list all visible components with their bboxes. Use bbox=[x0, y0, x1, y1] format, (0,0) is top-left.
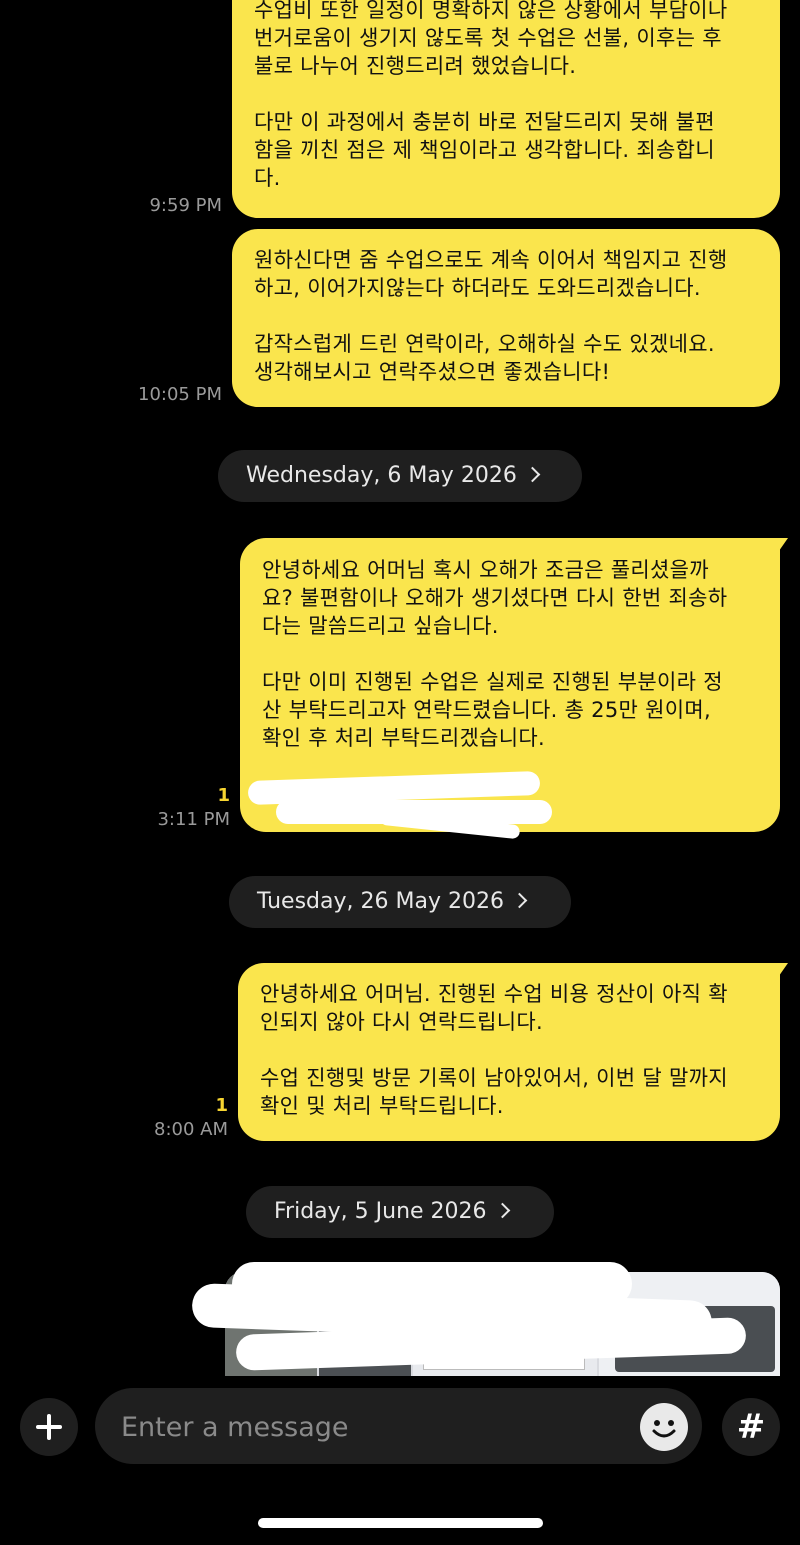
message-bubble-2[interactable]: 원하신다면 줌 수업으로도 계속 이어서 책임지고 진행 하고, 이어가지않는다… bbox=[232, 229, 780, 407]
message-text: 수업 진행및 방문 기록이 남아있어서, 이번 달 말까지 확인 및 처리 부탁… bbox=[260, 1066, 728, 1118]
plus-icon[interactable] bbox=[20, 1398, 78, 1456]
message-input-container[interactable] bbox=[95, 1388, 702, 1464]
message-time: 8:00 AM bbox=[154, 1119, 228, 1140]
date-label: Wednesday, 6 May 2026 bbox=[246, 463, 517, 488]
emoji-glyph bbox=[642, 1405, 686, 1449]
message-text: 갑작스럽게 드린 연락이라, 오해하실 수도 있겠네요. 생각해보시고 연락주셨… bbox=[254, 332, 715, 384]
hash-icon: # bbox=[736, 1407, 766, 1447]
message-text: 다만 이 과정에서 충분히 바로 전달드리지 못해 불편 함을 끼친 점은 제 … bbox=[254, 110, 715, 190]
date-separator-1[interactable]: Wednesday, 6 May 2026 bbox=[218, 450, 582, 502]
emoji-icon[interactable] bbox=[640, 1403, 688, 1451]
message-input[interactable] bbox=[119, 1404, 623, 1450]
message-meta-4: 1 8:00 AM bbox=[108, 1094, 228, 1142]
message-text: 수업비 또한 일정이 명확하지 않은 상황에서 부담이나 번거로움이 생기지 않… bbox=[254, 0, 728, 78]
message-meta-3: 1 3:11 PM bbox=[110, 784, 230, 832]
home-indicator bbox=[258, 1518, 543, 1528]
date-separator-3[interactable]: Friday, 5 June 2026 bbox=[246, 1186, 554, 1238]
message-bubble-3[interactable]: 안녕하세요 어머님 혹시 오해가 조금은 풀리셨을까 요? 불편함이나 오해가 … bbox=[240, 538, 788, 840]
bubble-tail bbox=[766, 963, 788, 985]
chevron-right-icon bbox=[494, 1202, 510, 1219]
message-bubble-1[interactable]: 수업비 또한 일정이 명확하지 않은 상황에서 부담이나 번거로움이 생기지 않… bbox=[232, 0, 780, 218]
message-time: 9:59 PM bbox=[149, 195, 222, 216]
date-label: Friday, 5 June 2026 bbox=[274, 1199, 487, 1224]
unread-count: 1 bbox=[217, 785, 230, 806]
hash-button[interactable]: # bbox=[722, 1398, 780, 1456]
message-meta-1: 9:59 PM bbox=[102, 194, 222, 218]
date-separator-2[interactable]: Tuesday, 26 May 2026 bbox=[229, 876, 571, 928]
message-bubble-4[interactable]: 안녕하세요 어머님. 진행된 수업 비용 정산이 아직 확 인되지 않아 다시 … bbox=[238, 963, 788, 1141]
message-time: 3:11 PM bbox=[157, 809, 230, 830]
date-label: Tuesday, 26 May 2026 bbox=[257, 889, 504, 914]
message-text: 안녕하세요 어머님 혹시 오해가 조금은 풀리셨을까 요? 불편함이나 오해가 … bbox=[262, 558, 728, 638]
bubble-tail bbox=[766, 538, 788, 560]
message-text: 다만 이미 진행된 수업은 실제로 진행된 부분이라 정 산 부탁드리고자 연락… bbox=[262, 670, 723, 750]
chevron-right-icon bbox=[511, 892, 528, 909]
chevron-right-icon bbox=[524, 466, 541, 483]
message-time: 10:05 PM bbox=[138, 384, 222, 405]
message-text: 원하신다면 줌 수업으로도 계속 이어서 책임지고 진행 하고, 이어가지않는다… bbox=[254, 248, 728, 300]
message-meta-2: 10:05 PM bbox=[102, 383, 222, 407]
message-text: 안녕하세요 어머님. 진행된 수업 비용 정산이 아직 확 인되지 않아 다시 … bbox=[260, 982, 728, 1034]
unread-count: 1 bbox=[215, 1095, 228, 1116]
